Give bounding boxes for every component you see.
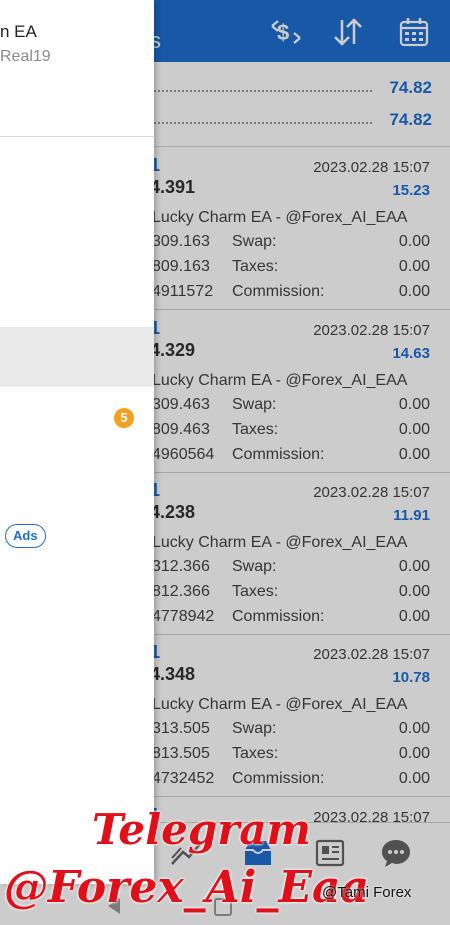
- ads-badge: Ads: [5, 524, 46, 548]
- account-name: n EA: [0, 22, 37, 41]
- drawer-item[interactable]: Ads: [0, 510, 154, 562]
- drawer-item[interactable]: 5: [0, 390, 154, 446]
- drawer-item-selected[interactable]: [0, 327, 154, 387]
- account-server: Real19: [0, 48, 51, 65]
- notification-badge: 5: [114, 408, 134, 428]
- watermark-handle: @Forex_Ai_Eaa: [4, 862, 369, 913]
- watermark-telegram: Telegram: [92, 805, 311, 854]
- divider: [0, 136, 154, 137]
- watermark-credit: @Tami Forex: [322, 884, 412, 901]
- navigation-drawer: n EA Real19 5 Ads: [0, 0, 154, 884]
